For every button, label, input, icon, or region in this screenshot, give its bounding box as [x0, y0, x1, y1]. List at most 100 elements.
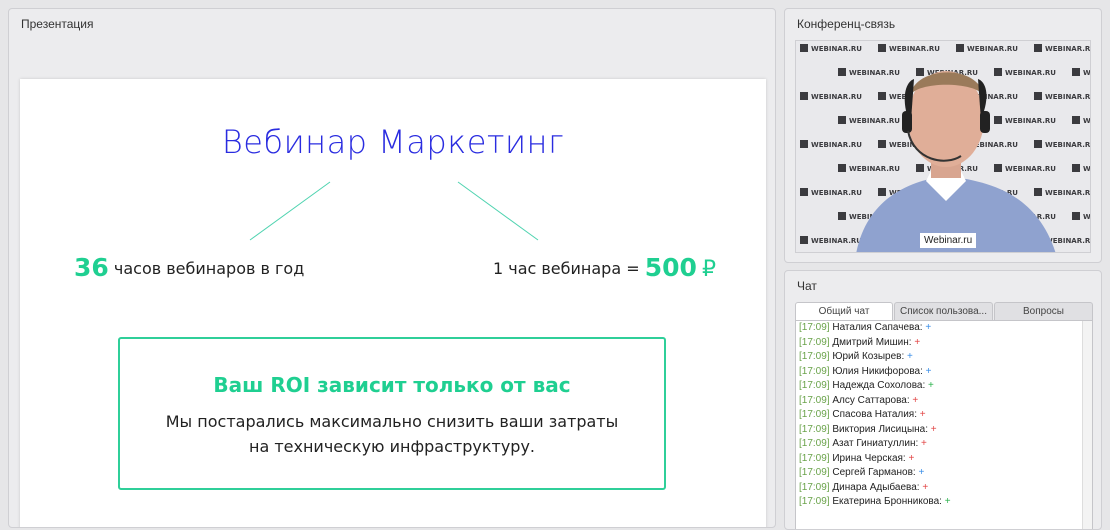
chat-panel-title: Чат: [797, 279, 817, 293]
chat-message-author: Юрий Козырев:: [829, 351, 908, 362]
chat-message-text: +: [922, 481, 929, 493]
webinar-logo-text: WEBINAR.RU: [967, 45, 1018, 53]
chat-message: [17:09] Азат Гиниатуллин: +: [799, 437, 1092, 452]
roi-description-line-1: Мы постарались максимально снизить ваши …: [165, 412, 619, 431]
chat-panel: Чат Общий чат Список пользова... Вопросы…: [784, 270, 1102, 530]
webinar-logo-mark: [800, 44, 808, 52]
slide-connector-lines: [249, 181, 539, 241]
webinar-logo-mark: [838, 164, 846, 172]
chat-message-text: +: [907, 351, 913, 362]
chat-message-author: Виктория Лисицына:: [829, 423, 931, 435]
conference-panel-title: Конференц-связь: [797, 17, 896, 31]
tab-user-list[interactable]: Список пользова...: [894, 302, 993, 320]
chat-message-time: [17:09]: [799, 496, 830, 507]
conference-panel: Конференц-связь WEBINAR.RU WEBINAR.RU WEBI…: [784, 8, 1102, 263]
stat-price-per-hour: 1 час вебинара = 500 ₽: [493, 253, 716, 282]
webinar-logo-mark: [1034, 92, 1042, 100]
chat-message-author: Динара Адыбаева:: [829, 481, 923, 493]
webinar-logo-mark: [878, 140, 886, 148]
chat-message-author: Ирина Черская:: [829, 452, 909, 464]
chat-message: [17:09] Виктория Лисицына: +: [799, 423, 1092, 438]
chat-message-text: +: [925, 322, 932, 333]
presentation-slide: Вебинар Маркетинг 36 часов вебинаров в г…: [20, 79, 766, 527]
webinar-logo-text: WEBINAR.RU: [1045, 45, 1091, 53]
chat-message: [17:09] Спасова Наталия: +: [799, 408, 1092, 423]
webinar-logo-mark: [1034, 188, 1042, 196]
chat-message: [17:09] Динара Адыбаева: +: [799, 481, 1092, 496]
webinar-logo-mark: [878, 44, 886, 52]
chat-message-author: Екатерина Бронникова:: [829, 496, 945, 507]
webinar-logo-mark: [800, 140, 808, 148]
webinar-logo-mark: [916, 68, 924, 76]
webinar-logo-mark: [1072, 164, 1080, 172]
tab-general-chat[interactable]: Общий чат: [795, 302, 893, 320]
stat-hours-per-year: 36 часов вебинаров в год: [74, 253, 304, 282]
webinar-logo-text: WEBINAR.RU: [1005, 69, 1056, 77]
stat-price-number: 500: [644, 253, 697, 282]
chat-message: [17:09] Юлия Никифорова: +: [799, 365, 1092, 380]
webinar-logo-text: WEBINAR.RU: [1045, 189, 1091, 197]
chat-message: [17:09] Наталия Сапачева: +: [799, 321, 1092, 336]
webinar-logo-text: WEBINAR.RU: [1005, 165, 1056, 173]
chat-message-text: +: [918, 467, 925, 478]
chat-message-author: Азат Гиниатуллин:: [829, 438, 922, 449]
webinar-logo-text: WEBINAR.RU: [849, 117, 900, 125]
chat-message-text: +: [908, 452, 915, 464]
roi-description-line-2: на техническую инфраструктуру.: [248, 437, 536, 456]
webinar-logo-text: WEBINAR.RU: [1083, 117, 1091, 125]
chat-message: [17:09] Сергей Гарманов: +: [799, 466, 1092, 481]
webinar-logo-mark: [878, 188, 886, 196]
webinar-logo-mark: [1034, 44, 1042, 52]
webinar-logo-text: WEBINAR.RU: [811, 189, 862, 197]
webinar-logo-mark: [878, 92, 886, 100]
webinar-logo-mark: [956, 44, 964, 52]
webinar-logo-mark: [838, 68, 846, 76]
chat-message-time: [17:09]: [799, 452, 830, 464]
chat-message: [17:09] Юрий Козырев: +: [799, 350, 1092, 365]
chat-message-time: [17:09]: [799, 467, 830, 478]
webinar-logo-text: WEBINAR.RU: [1083, 69, 1091, 77]
webinar-logo-text: WEBINAR.RU: [811, 45, 862, 53]
chat-message-list[interactable]: [17:09] Наталия Сапачева: + [17:09] Дмитр…: [795, 320, 1093, 529]
chat-message-text: +: [919, 409, 926, 420]
chat-message-author: Наталия Сапачева:: [829, 322, 926, 333]
chat-message-text: +: [912, 394, 919, 406]
chat-message: [17:09] Алсу Саттарова: +: [799, 394, 1092, 409]
chat-message-text: +: [944, 496, 951, 507]
chat-message-time: [17:09]: [799, 409, 830, 420]
ruble-icon: ₽: [702, 257, 716, 282]
stat-hours-text: часов вебинаров в год: [108, 259, 305, 278]
webinar-logo-text: WEBINAR.RU: [811, 237, 862, 245]
video-feed[interactable]: WEBINAR.RU WEBINAR.RU WEBINAR.RU WEBINAR.RU…: [795, 40, 1091, 253]
webinar-logo-mark: [994, 68, 1002, 76]
chat-message: [17:09] Ирина Черская: +: [799, 452, 1092, 467]
webinar-logo-text: WEBINAR.RU: [889, 45, 940, 53]
chat-message-text: +: [930, 423, 937, 435]
webinar-logo-text: WEBINAR.RU: [1045, 93, 1091, 101]
webinar-logo-text: WEBINAR.RU: [849, 165, 900, 173]
presentation-panel: Презентация Вебинар Маркетинг 36 часов в…: [8, 8, 776, 528]
chat-message: [17:09] Екатерина Бронникова: +: [799, 495, 1092, 510]
chat-message-time: [17:09]: [799, 351, 830, 362]
webinar-logo-text: WEBINAR.RU: [811, 93, 862, 101]
chat-message-time: [17:09]: [799, 336, 830, 348]
webinar-logo-mark: [994, 164, 1002, 172]
chat-message-author: Дмитрий Мишин:: [829, 336, 915, 348]
webinar-logo-text: WEBINAR.RU: [811, 141, 862, 149]
chat-message-author: Спасова Наталия:: [829, 409, 920, 420]
chat-message-text: +: [921, 438, 927, 449]
tab-questions[interactable]: Вопросы: [994, 302, 1093, 320]
webinar-logo-mark: [838, 212, 846, 220]
speaker-video-image: WEBINAR.RU WEBINAR.RU WEBINAR.RU WEBINAR.RU…: [796, 41, 1091, 252]
chat-message-time: [17:09]: [799, 394, 830, 406]
chat-message-time: [17:09]: [799, 322, 830, 333]
chat-message-text: +: [914, 336, 921, 348]
roi-title: Ваш ROI зависит только от вас: [213, 373, 571, 397]
webinar-logo-mark: [800, 92, 808, 100]
webinar-logo-mark: [1034, 140, 1042, 148]
stat-hours-number: 36: [74, 253, 109, 282]
chat-message-author: Алсу Саттарова:: [829, 394, 913, 406]
chat-scrollbar[interactable]: [1082, 321, 1092, 529]
webinar-logo-mark: [1072, 116, 1080, 124]
chat-message-author: Надежда Сохолова:: [829, 380, 929, 391]
